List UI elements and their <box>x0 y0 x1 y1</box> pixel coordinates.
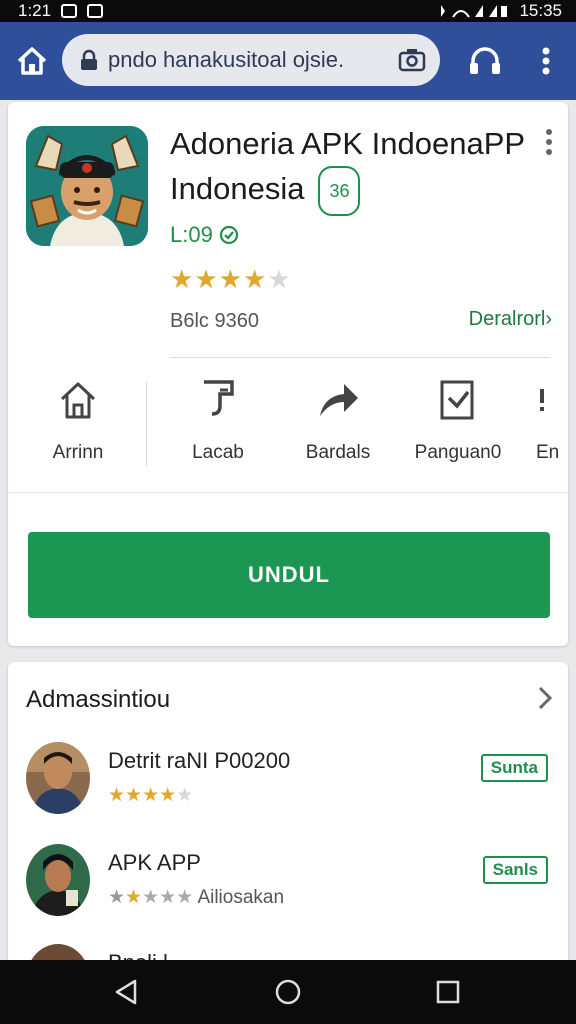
rating-stars: ★★★★★ <box>170 264 292 294</box>
lock-icon <box>81 49 97 70</box>
back-icon[interactable] <box>110 976 142 1008</box>
headphones-icon[interactable] <box>466 44 504 78</box>
version-row: L:09 <box>170 222 239 248</box>
app-title: Adoneria APK IndoenaPP Indonesia 36 <box>170 122 530 216</box>
action-label: Panguan0 <box>414 442 502 463</box>
action-share[interactable]: Bardals <box>278 372 398 464</box>
app-title-line2: Indonesia <box>170 171 305 207</box>
action-row: Arrinn Lacab Bardals Panguan0 En <box>8 372 568 484</box>
related-apps-card: Admassintiou Detrit raNI P00200 ★★★★★ Su… <box>8 662 568 972</box>
app-title-line1: Adoneria APK IndoenaPP <box>170 126 526 161</box>
url-text: pndo hanakusitoal ojsie. <box>108 47 345 72</box>
status-time: 1:21 <box>18 1 52 20</box>
list-item[interactable]: Detrit raNI P00200 ★★★★★ Sunta <box>8 742 568 842</box>
download-button[interactable]: UNDUL <box>28 532 550 618</box>
action-label: Lacab <box>192 442 244 463</box>
action-more[interactable]: En <box>506 372 568 464</box>
app-version: L:09 <box>170 222 213 247</box>
list-item-title: Detrit raNI P00200 <box>108 748 291 773</box>
list-item-button[interactable]: Sunta <box>480 754 548 782</box>
verified-check-icon <box>219 225 238 245</box>
avatar <box>26 742 90 814</box>
home-icon[interactable] <box>14 44 50 78</box>
home-icon <box>60 382 96 419</box>
home-circle-icon[interactable] <box>272 976 304 1008</box>
divider <box>146 382 147 466</box>
signpost-icon <box>204 380 234 416</box>
list-item-stars: ★★★★★ <box>108 785 194 806</box>
music-icon <box>87 4 104 18</box>
age-rating-badge: 36 <box>318 166 361 216</box>
divider <box>8 492 568 493</box>
section-title: Admassintiou <box>26 686 171 713</box>
action-lacab[interactable]: Lacab <box>158 372 278 464</box>
recents-icon[interactable] <box>432 976 464 1008</box>
browser-toolbar: pndo hanakusitoal ojsie. <box>0 22 576 100</box>
app-icon <box>26 126 148 246</box>
action-label: Arrinn <box>52 442 104 463</box>
download-box-icon <box>440 380 474 420</box>
detail-link[interactable]: Deralrorl› <box>469 308 552 331</box>
avatar <box>26 844 90 916</box>
action-home[interactable]: Arrinn <box>18 372 138 464</box>
status-clock: 15:35 <box>519 1 562 20</box>
app-detail-card: Adoneria APK IndoenaPP Indonesia 36 L:09 … <box>8 102 568 646</box>
app-size: B6lc 9360 <box>170 310 259 332</box>
list-item[interactable]: APK APP ★★★★★ Ailiosakan Sanls <box>8 844 568 944</box>
list-item-button[interactable]: Sanls <box>482 856 548 884</box>
action-download[interactable]: Panguan0 <box>398 372 518 464</box>
list-item-title: APK APP <box>108 850 201 875</box>
list-item-stars: ★★★★★ Ailiosakan <box>108 887 285 908</box>
system-nav-bar <box>0 960 576 1024</box>
share-arrow-icon <box>320 384 358 416</box>
more-icon <box>540 389 544 411</box>
action-label: Bardals <box>305 442 371 463</box>
card-menu-icon[interactable] <box>544 128 554 156</box>
chevron-right-icon[interactable] <box>536 684 554 712</box>
divider <box>170 357 550 358</box>
action-label: En <box>536 442 560 463</box>
signal-wifi-battery-icon <box>441 5 508 18</box>
status-bar: 1:21 15:35 <box>0 0 576 22</box>
camera-icon[interactable] <box>398 48 426 72</box>
overflow-menu-icon[interactable] <box>534 44 558 78</box>
list-item-extra: Ailiosakan <box>197 887 285 908</box>
notification-icon <box>61 4 78 18</box>
url-bar[interactable]: pndo hanakusitoal ojsie. <box>62 34 440 86</box>
